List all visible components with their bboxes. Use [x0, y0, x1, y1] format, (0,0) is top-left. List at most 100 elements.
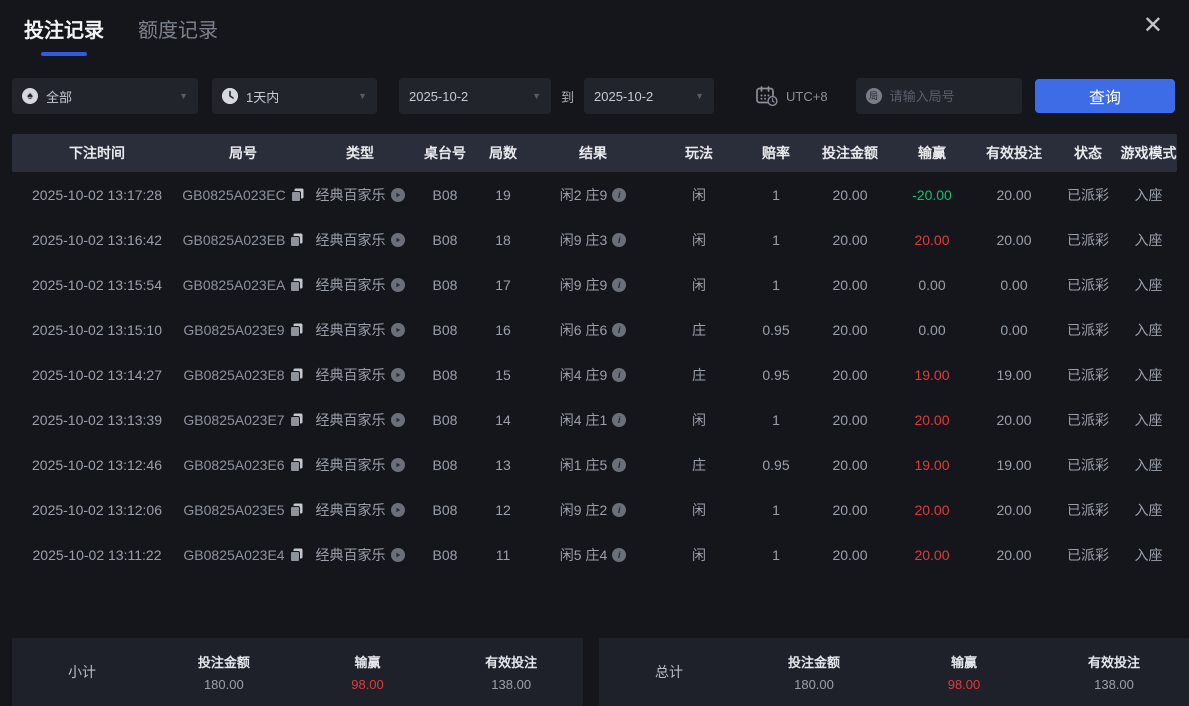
- query-button[interactable]: 查询: [1035, 79, 1175, 113]
- copy-icon[interactable]: [289, 458, 303, 472]
- video-icon[interactable]: [390, 412, 405, 427]
- close-icon[interactable]: ✕: [1137, 14, 1169, 38]
- video-icon[interactable]: [390, 322, 405, 337]
- game-type-dropdown[interactable]: ♠ 全部 ▼: [12, 78, 198, 114]
- game-type: 经典百家乐: [315, 276, 386, 293]
- odds: 1: [772, 276, 780, 293]
- tab-bet-records[interactable]: 投注记录: [24, 14, 104, 56]
- game-type-cell: 经典百家乐: [304, 230, 416, 250]
- subtotal-valid-group: 有效投注 138.00: [439, 652, 583, 692]
- video-icon[interactable]: [390, 367, 405, 382]
- round-no: 16: [495, 321, 511, 338]
- video-icon[interactable]: [390, 277, 405, 292]
- total-valid-value: 138.00: [1094, 677, 1134, 692]
- result-cell: 闲5 庄4 i: [532, 545, 654, 565]
- info-icon[interactable]: i: [612, 547, 627, 562]
- total-win-group: 输赢 98.00: [889, 652, 1039, 692]
- col-header-valid: 有效投注: [986, 145, 1042, 161]
- video-icon[interactable]: [390, 457, 405, 472]
- round-no: 13: [495, 456, 511, 473]
- bet-amount: 20.00: [832, 501, 868, 518]
- video-icon[interactable]: [390, 502, 405, 517]
- top-bar: 投注记录 额度记录 ✕: [0, 0, 1189, 56]
- odds: 1: [772, 231, 780, 248]
- copy-icon[interactable]: [289, 503, 303, 517]
- result-cell: 闲4 庄9 i: [532, 365, 654, 385]
- time-range-dropdown[interactable]: 1天内 ▼: [212, 78, 377, 114]
- video-icon[interactable]: [390, 187, 405, 202]
- copy-icon[interactable]: [289, 413, 303, 427]
- bet-amount: 20.00: [832, 411, 868, 428]
- play-type: 庄: [692, 456, 706, 473]
- game-id: GB0825A023E4: [183, 546, 285, 563]
- valid-bet: 20.00: [996, 546, 1032, 563]
- copy-icon[interactable]: [290, 233, 303, 247]
- table-row: 2025-10-02 13:11:22 GB0825A023E4 经典百家乐 B…: [12, 532, 1177, 577]
- table-row: 2025-10-02 13:16:42 GB0825A023EB 经典百家乐 B…: [12, 217, 1177, 262]
- game-id: GB0825A023E5: [183, 501, 285, 518]
- status: 已派彩: [1067, 411, 1109, 428]
- copy-icon[interactable]: [289, 323, 303, 337]
- date-from-picker[interactable]: 2025-10-2 ▼: [399, 78, 551, 114]
- info-icon[interactable]: i: [612, 502, 627, 517]
- info-icon[interactable]: i: [612, 412, 627, 427]
- info-icon[interactable]: i: [612, 322, 627, 337]
- info-icon[interactable]: i: [612, 367, 627, 382]
- table-row: 2025-10-02 13:12:06 GB0825A023E5 经典百家乐 B…: [12, 487, 1177, 532]
- time-range-value: 1天内: [246, 89, 280, 105]
- bet-time: 2025-10-02 13:12:06: [32, 501, 162, 518]
- copy-icon[interactable]: [290, 278, 303, 292]
- table-no: B08: [432, 546, 458, 563]
- info-icon[interactable]: i: [612, 187, 627, 202]
- win-loss: 20.00: [914, 231, 950, 248]
- odds: 0.95: [762, 366, 790, 383]
- to-label: 到: [561, 89, 575, 105]
- copy-icon[interactable]: [289, 548, 303, 562]
- bet-amount: 20.00: [832, 546, 868, 563]
- result-value: 闲9 庄3: [559, 231, 608, 248]
- game-mode: 入座: [1134, 276, 1163, 293]
- bet-amount: 20.00: [832, 456, 868, 473]
- bet-time: 2025-10-02 13:12:46: [32, 456, 162, 473]
- spade-icon: ♠: [22, 88, 38, 104]
- info-icon[interactable]: i: [612, 277, 627, 292]
- valid-bet: 20.00: [996, 186, 1032, 203]
- subtotal-valid-value: 138.00: [491, 677, 532, 692]
- round-no: 11: [495, 546, 511, 563]
- result-cell: 闲9 庄9 i: [532, 275, 654, 295]
- valid-bet: 0.00: [1000, 276, 1028, 293]
- copy-icon[interactable]: [289, 368, 303, 382]
- table-row: 2025-10-02 13:15:10 GB0825A023E9 经典百家乐 B…: [12, 307, 1177, 352]
- game-type: 经典百家乐: [315, 501, 386, 518]
- result-value: 闲2 庄9: [559, 186, 608, 203]
- date-to-picker[interactable]: 2025-10-2 ▼: [584, 78, 715, 114]
- info-icon[interactable]: i: [612, 457, 627, 472]
- date-to-value: 2025-10-2: [594, 88, 654, 104]
- play-type: 闲: [692, 276, 706, 293]
- status: 已派彩: [1067, 366, 1109, 383]
- bet-amount: 20.00: [832, 321, 868, 338]
- result-value: 闲1 庄5: [559, 456, 608, 473]
- round-search-box: 局: [855, 78, 1022, 114]
- result-cell: 闲4 庄1 i: [532, 410, 654, 430]
- game-type-cell: 经典百家乐: [304, 455, 416, 475]
- game-type-cell: 经典百家乐: [304, 275, 416, 295]
- round-search-input[interactable]: [889, 88, 1000, 104]
- game-id-cell: GB0825A023EC: [182, 187, 304, 203]
- video-icon[interactable]: [390, 232, 405, 247]
- odds: 0.95: [762, 321, 790, 338]
- table-no: B08: [432, 231, 458, 248]
- copy-icon[interactable]: [290, 188, 304, 202]
- col-header-odds: 赔率: [762, 145, 790, 161]
- round-no: 18: [495, 231, 511, 248]
- game-type-cell: 经典百家乐: [304, 365, 416, 385]
- info-icon[interactable]: i: [612, 232, 627, 247]
- bet-amount: 20.00: [832, 231, 868, 248]
- video-icon[interactable]: [390, 547, 405, 562]
- play-type: 闲: [692, 501, 706, 518]
- status: 已派彩: [1067, 231, 1109, 248]
- tab-quota-records[interactable]: 额度记录: [138, 14, 218, 43]
- game-mode: 入座: [1134, 231, 1163, 248]
- tab-bet-records-label: 投注记录: [24, 20, 104, 42]
- calendar-clock-icon: [756, 86, 778, 106]
